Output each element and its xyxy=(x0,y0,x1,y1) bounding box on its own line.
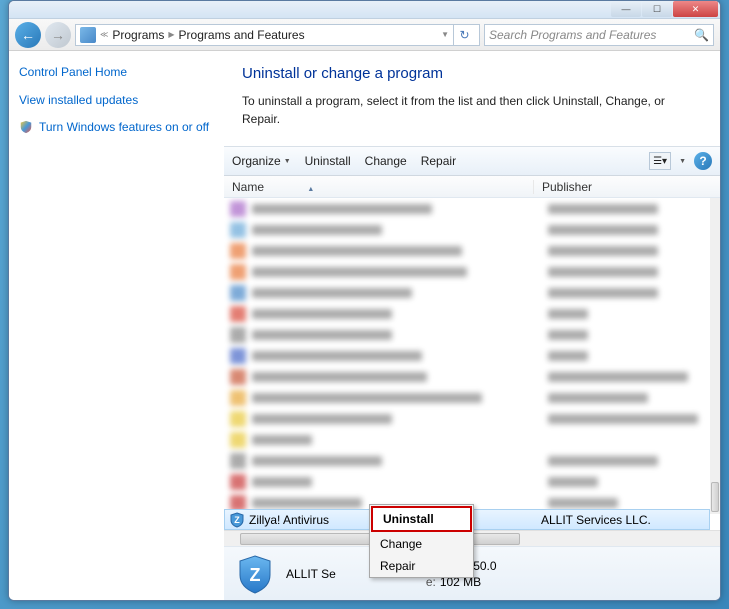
titlebar: — ☐ ✕ xyxy=(9,1,720,19)
ctx-repair[interactable]: Repair xyxy=(370,555,473,577)
view-options-button[interactable]: ☰▾ xyxy=(649,152,671,170)
sidebar-features-link[interactable]: Turn Windows features on or off xyxy=(39,120,209,136)
search-icon: 🔍 xyxy=(694,28,709,42)
context-menu: Uninstall Change Repair xyxy=(369,504,474,578)
forward-button[interactable]: → xyxy=(45,22,71,48)
change-button[interactable]: Change xyxy=(365,154,407,168)
breadcrumb-item[interactable]: Programs xyxy=(112,28,164,42)
dropdown-icon[interactable]: ▼ xyxy=(679,158,686,165)
shield-icon xyxy=(19,120,33,134)
detail-publisher: ALLIT Se xyxy=(286,567,336,581)
sort-asc-icon: ▲ xyxy=(307,186,314,193)
cpl-icon xyxy=(80,27,96,43)
dropdown-icon[interactable]: ▼ xyxy=(441,30,449,39)
minimize-button[interactable]: — xyxy=(611,1,641,17)
page-title: Uninstall or change a program xyxy=(224,65,720,82)
refresh-button[interactable]: ↻ xyxy=(453,24,475,46)
sidebar-home-link[interactable]: Control Panel Home xyxy=(19,65,214,81)
sidebar: Control Panel Home View installed update… xyxy=(9,51,224,600)
scrollbar-thumb[interactable] xyxy=(711,482,719,512)
uninstall-button[interactable]: Uninstall xyxy=(305,154,351,168)
svg-text:Z: Z xyxy=(250,565,261,585)
close-button[interactable]: ✕ xyxy=(673,1,718,17)
toolbar: Organize ▼ Uninstall Change Repair ☰▾ ▼ … xyxy=(224,146,720,176)
chevron-right-icon: ▶ xyxy=(168,30,174,39)
vertical-scrollbar[interactable] xyxy=(710,198,720,514)
program-list[interactable]: Z Zillya! Antivirus ALLIT Services LLC. xyxy=(224,198,720,530)
page-description: To uninstall a program, select it from t… xyxy=(224,92,720,128)
navbar: ← → ≪ Programs ▶ Programs and Features ▼… xyxy=(9,19,720,51)
organize-button[interactable]: Organize ▼ xyxy=(232,154,291,168)
zillya-shield-icon: Z xyxy=(234,553,276,595)
breadcrumb-item[interactable]: Programs and Features xyxy=(179,28,305,42)
search-placeholder: Search Programs and Features xyxy=(489,28,656,42)
column-name[interactable]: Name ▲ xyxy=(224,180,534,194)
svg-text:Z: Z xyxy=(234,515,240,525)
chevron-right-icon: ≪ xyxy=(100,30,108,39)
sidebar-updates-link[interactable]: View installed updates xyxy=(19,93,214,109)
maximize-button[interactable]: ☐ xyxy=(642,1,672,17)
repair-button[interactable]: Repair xyxy=(421,154,456,168)
main-area: Control Panel Home View installed update… xyxy=(9,51,720,600)
back-button[interactable]: ← xyxy=(15,22,41,48)
window: — ☐ ✕ ← → ≪ Programs ▶ Programs and Feat… xyxy=(8,0,721,601)
blurred-rows xyxy=(224,198,710,513)
zillya-icon: Z xyxy=(229,512,245,528)
ctx-uninstall[interactable]: Uninstall xyxy=(371,506,472,532)
list-header: Name ▲ Publisher xyxy=(224,176,720,198)
selected-publisher: ALLIT Services LLC. xyxy=(533,513,651,527)
breadcrumb[interactable]: ≪ Programs ▶ Programs and Features ▼ ↻ xyxy=(75,24,480,46)
dropdown-icon: ▼ xyxy=(284,158,291,165)
help-button[interactable]: ? xyxy=(694,152,712,170)
column-publisher[interactable]: Publisher xyxy=(534,180,720,194)
search-input[interactable]: Search Programs and Features 🔍 xyxy=(484,24,714,46)
ctx-change[interactable]: Change xyxy=(370,533,473,555)
